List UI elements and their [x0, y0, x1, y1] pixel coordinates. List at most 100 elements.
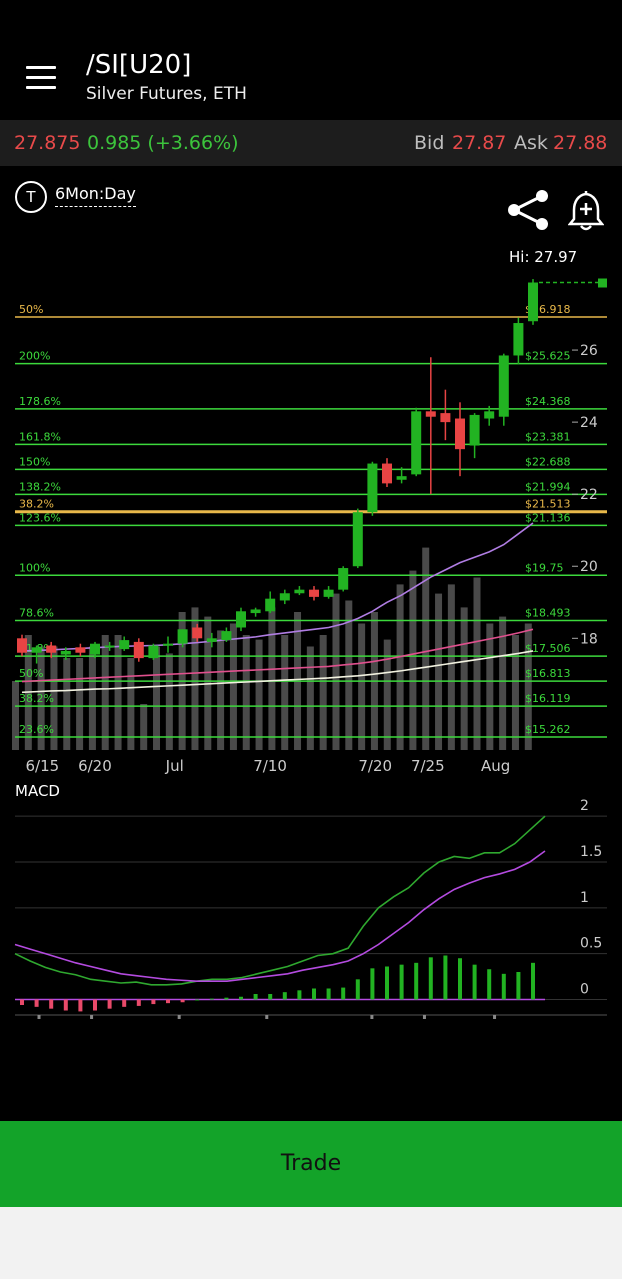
volume-bar	[63, 658, 71, 750]
candle-body	[250, 609, 261, 614]
macd-histogram-bar	[268, 994, 273, 1000]
candle-body	[148, 645, 159, 659]
fib-price-label: $21.136	[525, 511, 571, 524]
macd-histogram-bar	[224, 997, 229, 1000]
macd-histogram-bar	[341, 987, 346, 1000]
macd-histogram-bar	[93, 999, 97, 1011]
macd-histogram-bar	[370, 968, 375, 1000]
candle-body	[294, 589, 305, 594]
ask-label: Ask	[514, 132, 548, 154]
macd-histogram-bar	[531, 962, 535, 1000]
candle-body	[396, 476, 407, 480]
date-tick-label: 6/20	[78, 757, 112, 775]
macd-x-tick	[37, 1015, 41, 1019]
volume-bar	[281, 635, 289, 750]
candle-body	[60, 650, 71, 655]
macd-tick-label: 0	[580, 982, 589, 998]
price-tick-label: 20	[580, 559, 598, 575]
candle-body	[17, 638, 27, 653]
volume-bar	[88, 646, 96, 750]
macd-x-tick	[370, 1015, 374, 1019]
macd-histogram-bar	[458, 958, 462, 1000]
volume-bar	[447, 584, 455, 750]
macd-histogram-bar	[501, 973, 506, 1000]
fib-price-label: $25.625	[525, 350, 571, 363]
candle-body	[352, 512, 363, 567]
candle-body	[484, 411, 495, 419]
fib-price-label: $24.368	[525, 395, 571, 408]
volume-bar	[242, 635, 250, 750]
candle-body	[469, 414, 480, 446]
macd-histogram-bar	[326, 988, 331, 1000]
fib-price-label: $15.262	[525, 723, 571, 736]
alert-bell-icon[interactable]	[568, 188, 604, 232]
candle-body	[104, 645, 115, 648]
volume-bar	[435, 593, 443, 750]
macd-histogram-bar	[282, 992, 287, 1000]
candle-body	[513, 323, 524, 356]
fib-percent-label: 50%	[19, 303, 43, 316]
symbol-subtitle: Silver Futures, ETH	[86, 84, 247, 104]
bid-price: 27.87	[452, 132, 507, 154]
date-tick-label: Aug	[481, 757, 510, 775]
date-tick-label: 6/15	[26, 757, 60, 775]
macd-histogram-bar	[151, 999, 156, 1005]
range-selector[interactable]: 6Mon:Day	[55, 184, 136, 207]
candle-body	[338, 568, 349, 590]
fib-price-label: $21.994	[525, 480, 571, 493]
macd-histogram-bar	[414, 962, 419, 1000]
date-tick-label: 7/25	[411, 757, 445, 775]
fib-percent-label: 100%	[19, 561, 50, 574]
hamburger-menu-icon[interactable]	[26, 66, 56, 90]
macd-histogram-bar	[399, 964, 404, 1000]
macd-histogram-bar	[122, 999, 127, 1007]
macd-histogram-bar	[355, 979, 360, 1000]
fib-percent-label: 23.6%	[19, 723, 54, 736]
fib-percent-label: 38.2%	[19, 498, 54, 511]
macd-tick-label: 1	[580, 890, 589, 906]
price-tick-label: 26	[580, 343, 598, 359]
trendline-tool-icon[interactable]: T	[15, 181, 47, 213]
macd-tick-label: 0.5	[580, 936, 602, 952]
candle-body	[119, 640, 130, 650]
volume-bar	[12, 681, 19, 750]
volume-bar	[268, 607, 276, 750]
date-tick-label: 7/20	[358, 757, 392, 775]
macd-histogram-bar	[166, 999, 170, 1004]
fib-price-label: $19.75	[525, 561, 564, 574]
macd-histogram-bar	[136, 999, 141, 1006]
volume-bar	[511, 635, 519, 750]
volume-bar	[358, 623, 366, 750]
macd-histogram-bar	[297, 990, 302, 1000]
fib-percent-label: 78.6%	[19, 607, 54, 620]
price-tick-label: 24	[580, 415, 598, 431]
candle-body	[163, 643, 173, 646]
signal-line	[14, 850, 546, 982]
ask-price: 27.88	[553, 132, 608, 154]
fib-percent-label: 161.8%	[19, 430, 61, 443]
fib-price-label: $16.813	[525, 667, 571, 680]
candle-body	[309, 589, 319, 597]
fib-price-label: $21.513	[525, 498, 571, 511]
share-icon[interactable]	[506, 188, 550, 232]
macd-histogram-bar	[34, 999, 39, 1007]
macd-histogram-bar	[443, 955, 448, 1000]
candle-body	[440, 413, 451, 423]
volume-bar	[140, 704, 148, 750]
fib-percent-label: 150%	[19, 455, 50, 468]
price-chart[interactable]: 50% $26.918200% $25.625178.6% $24.368161.8%…	[0, 270, 622, 1030]
last-price-marker	[598, 278, 607, 288]
fib-price-label: $18.493	[525, 607, 571, 620]
candle-body	[75, 647, 86, 653]
macd-tick-label: 2	[580, 798, 589, 814]
fib-percent-label: 38.2%	[19, 692, 54, 705]
candle-body	[90, 643, 100, 655]
volume-bar	[76, 658, 84, 750]
volume-bar	[319, 635, 327, 750]
footer-area	[0, 1207, 622, 1279]
macd-histogram-bar	[516, 972, 521, 1000]
trade-button[interactable]: Trade	[0, 1121, 622, 1207]
macd-title: MACD	[15, 782, 60, 800]
volume-bar	[114, 635, 122, 750]
macd-histogram-bar	[209, 998, 214, 1000]
